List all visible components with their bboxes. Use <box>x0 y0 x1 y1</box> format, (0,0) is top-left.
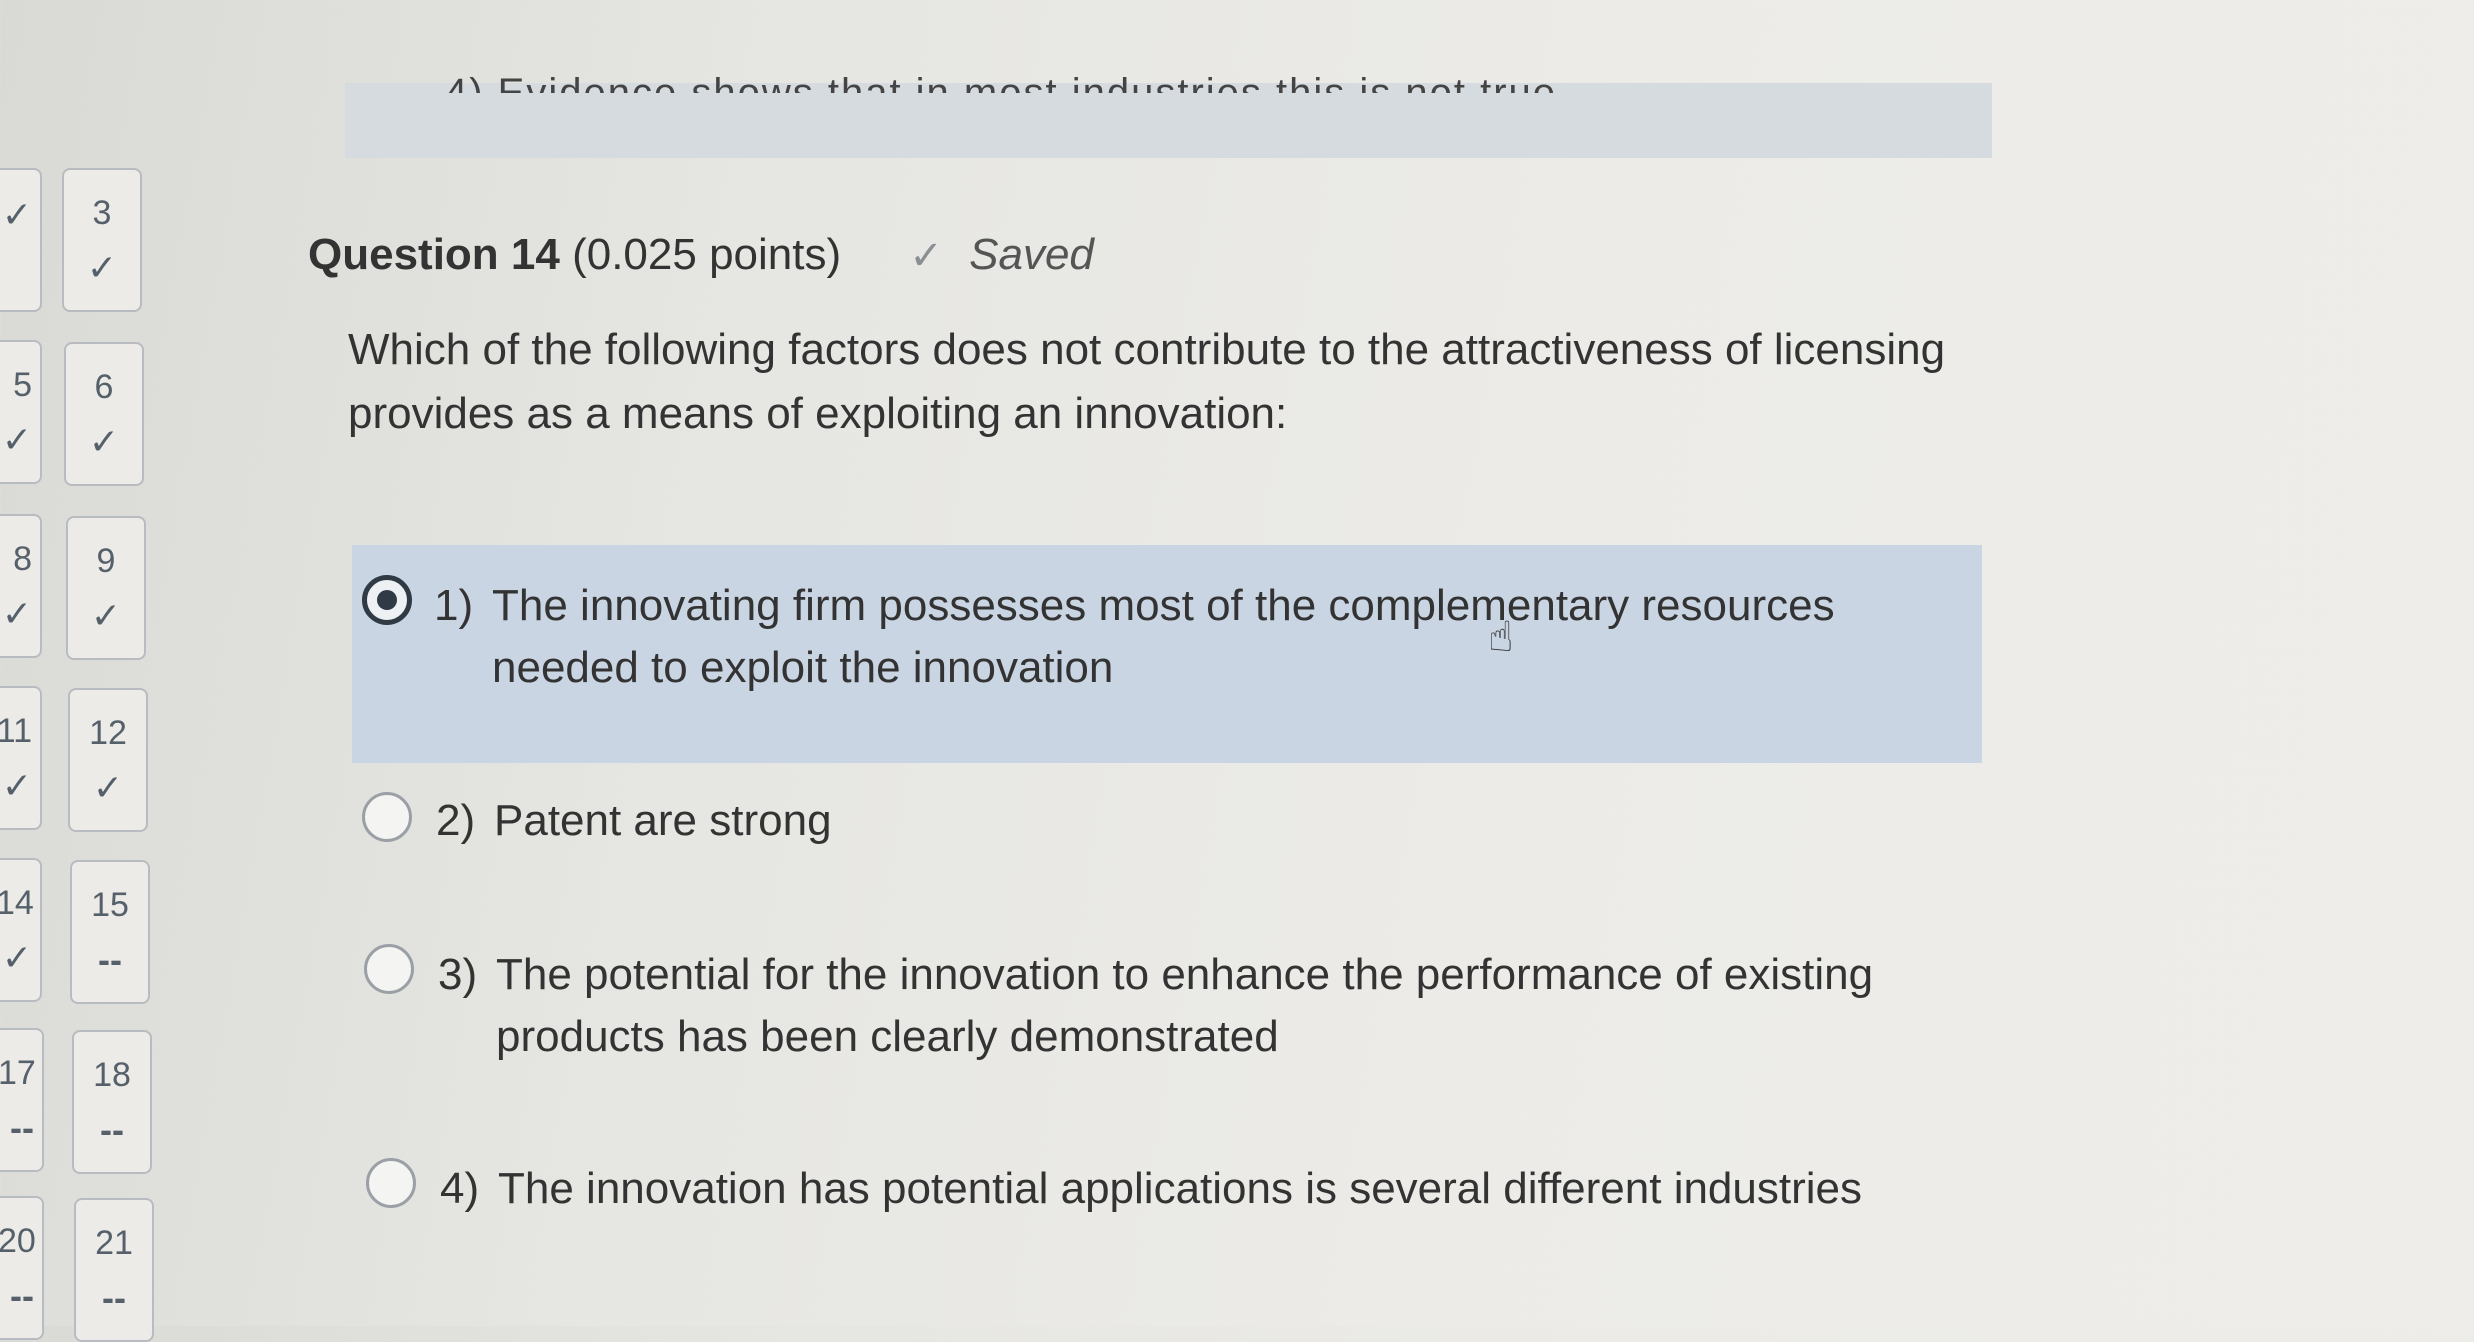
hand-cursor-icon: ☝ <box>1488 613 1514 660</box>
answer-option-3[interactable]: 3) The potential for the innovation to e… <box>352 944 1982 1084</box>
nav-tile-cut[interactable]: 17 -- <box>0 1028 44 1172</box>
checkmark-icon: ✓ <box>92 767 124 808</box>
question-title: Question 14 <box>308 230 560 279</box>
previous-option-text: 4) Evidence shows that in most industrie… <box>445 71 1558 93</box>
answer-option-4[interactable]: 4) The innovation has potential applicat… <box>352 1158 1982 1238</box>
nav-tile-cut[interactable]: ✓ <box>0 168 42 312</box>
question-text: Which of the following factors does not … <box>348 325 1946 438</box>
question-points: (0.025 points) <box>572 230 842 279</box>
nav-tile-cut[interactable]: 11 ✓ <box>0 686 42 830</box>
nav-tile-15[interactable]: 15 -- <box>70 860 150 1004</box>
radio-selected-icon[interactable] <box>362 575 412 625</box>
nav-tile-9[interactable]: 9 ✓ <box>66 516 146 660</box>
option-text: The innovating firm possesses most of th… <box>492 581 1835 692</box>
nav-tile-6[interactable]: 6 ✓ <box>64 342 144 486</box>
nav-tile-18[interactable]: 18 -- <box>72 1030 152 1174</box>
answer-option-1[interactable]: 1) The innovating firm possesses most of… <box>352 545 1982 763</box>
radio-unselected-icon[interactable] <box>366 1158 416 1208</box>
option-text: The innovation has potential application… <box>498 1164 1862 1213</box>
radio-unselected-icon[interactable] <box>362 792 412 842</box>
checkmark-icon: ✓ <box>909 234 943 278</box>
option-number: 4) <box>440 1164 480 1213</box>
option-text: Patent are strong <box>494 796 832 845</box>
nav-tile-cut[interactable]: 20 -- <box>0 1196 44 1340</box>
question-header: Question 14 (0.025 points) ✓ Saved <box>308 230 1094 280</box>
option-text: The potential for the innovation to enha… <box>496 950 1874 1061</box>
option-number: 3) <box>438 950 478 999</box>
option-number: 2) <box>436 796 476 845</box>
checkmark-icon: ✓ <box>90 595 122 636</box>
nav-tile-21[interactable]: 21 -- <box>74 1198 154 1342</box>
previous-option-bar[interactable]: 4) Evidence shows that in most industrie… <box>345 71 1992 158</box>
nav-tile-cut[interactable]: 8 ✓ <box>0 514 42 658</box>
saved-status: Saved <box>969 230 1094 279</box>
option-number: 1) <box>434 581 474 630</box>
nav-tile-cut[interactable]: 5 ✓ <box>0 340 42 484</box>
checkmark-icon: ✓ <box>88 421 120 462</box>
checkmark-icon: ✓ <box>86 247 118 288</box>
nav-tile-3[interactable]: 3 ✓ <box>62 168 142 312</box>
nav-tile-cut[interactable]: 14 ✓ <box>0 858 42 1002</box>
nav-tile-12[interactable]: 12 ✓ <box>68 688 148 832</box>
radio-unselected-icon[interactable] <box>364 944 414 994</box>
answer-option-2[interactable]: 2) Patent are strong <box>352 790 1982 870</box>
